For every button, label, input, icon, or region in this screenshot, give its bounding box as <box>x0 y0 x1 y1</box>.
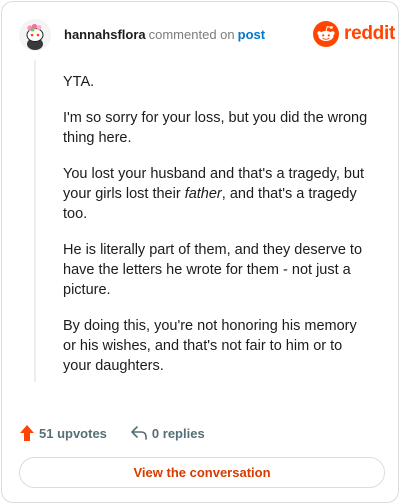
upvotes-button[interactable]: 51 upvotes <box>20 425 107 441</box>
reddit-wordmark: reddit <box>344 23 395 44</box>
snoo-avatar-icon <box>19 19 51 51</box>
avatar[interactable] <box>19 19 51 51</box>
view-conversation-button[interactable]: View the conversation <box>19 457 385 488</box>
upvote-arrow-icon <box>20 425 34 441</box>
replies-button[interactable]: 0 replies <box>131 426 205 441</box>
comment-paragraph: YTA. <box>63 74 95 90</box>
post-link[interactable]: post <box>238 27 265 42</box>
commented-on-text: commented on <box>148 27 235 42</box>
reddit-logo-icon <box>313 21 339 47</box>
reply-count: 0 replies <box>151 425 205 441</box>
comment-actions: 51 upvotes 0 replies <box>20 423 205 443</box>
comment-body: YTA. I'm so sorry for your loss, but you… <box>63 72 373 392</box>
comment-paragraph: You lost your husband and that's a trage… <box>63 164 373 224</box>
comment-paragraph: I'm so sorry for your loss, but you did … <box>63 110 368 146</box>
reddit-brand[interactable]: reddit <box>313 21 395 47</box>
thread-line <box>34 60 36 382</box>
comment-paragraph: By doing this, you're not honoring his m… <box>63 318 357 374</box>
comment-header: hannahsflora commented on post <box>64 27 265 43</box>
upvote-count: 51 upvotes <box>39 425 107 441</box>
comment-paragraph: He is literally part of them, and they d… <box>63 242 363 298</box>
comment-emphasis: father <box>184 186 222 202</box>
username-link[interactable]: hannahsflora <box>64 27 146 42</box>
reply-icon <box>131 426 147 440</box>
embedded-comment-card: hannahsflora commented on post reddit YTA.… <box>1 1 399 503</box>
